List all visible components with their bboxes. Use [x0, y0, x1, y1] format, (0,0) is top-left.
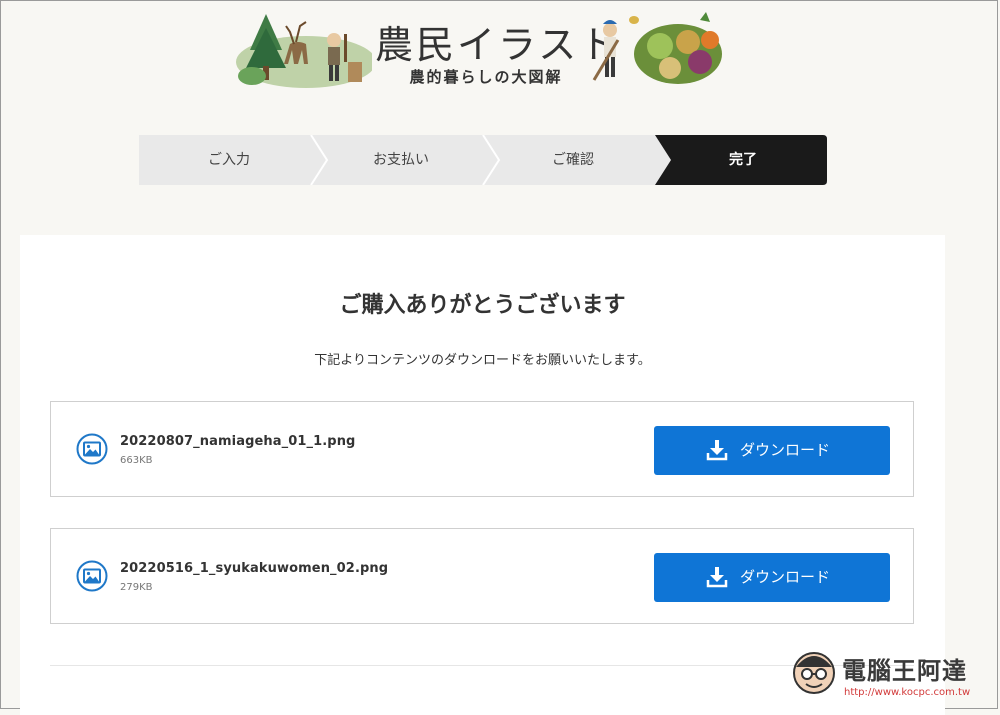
watermark-mascot-icon — [793, 652, 835, 694]
section-divider — [50, 665, 914, 666]
download-button[interactable]: ダウンロード — [654, 426, 890, 475]
download-item: 20220807_namiageha_01_1.png 663KB ダウンロード — [50, 401, 914, 497]
logo-title: 農民イラスト — [375, 23, 621, 67]
checkout-progress-stepper: ご入力 お支払い ご確認 完了 — [139, 135, 827, 185]
step-confirm: ご確認 — [552, 152, 594, 168]
page-title: ご購入ありがとうございます — [339, 293, 626, 318]
purchase-complete-card: ご購入ありがとうございます 下記よりコンテンツのダウンロードをお願いいたします。… — [20, 235, 945, 715]
step-payment: お支払い — [373, 152, 429, 168]
site-logo[interactable]: 農民イラスト 農的暮らしの大図解 — [236, 10, 736, 90]
image-file-icon — [76, 433, 108, 465]
file-size: 663KB — [120, 455, 153, 466]
step-input: ご入力 — [208, 152, 250, 168]
download-icon — [706, 440, 728, 461]
file-name: 20220516_1_syukakuwomen_02.png — [120, 561, 389, 576]
download-item: 20220516_1_syukakuwomen_02.png 279KB ダウン… — [50, 528, 914, 624]
watermark: 電腦王阿達 http://www.kocpc.com.tw — [790, 645, 995, 705]
page-subtitle: 下記よりコンテンツのダウンロードをお願いいたします。 — [314, 353, 651, 368]
download-button[interactable]: ダウンロード — [654, 553, 890, 602]
download-button-label: ダウンロード — [740, 568, 831, 586]
logo-illustration-left — [236, 14, 372, 88]
download-button-label: ダウンロード — [740, 441, 831, 459]
download-icon — [706, 567, 728, 588]
image-file-icon — [76, 560, 108, 592]
file-size: 279KB — [120, 582, 153, 593]
file-name: 20220807_namiageha_01_1.png — [120, 434, 356, 449]
watermark-text: 電腦王阿達 — [842, 657, 967, 685]
logo-illustration-right — [592, 12, 722, 84]
step-complete: 完了 — [729, 152, 757, 168]
watermark-url: http://www.kocpc.com.tw — [844, 687, 971, 698]
logo-subtitle: 農的暮らしの大図解 — [409, 68, 563, 86]
